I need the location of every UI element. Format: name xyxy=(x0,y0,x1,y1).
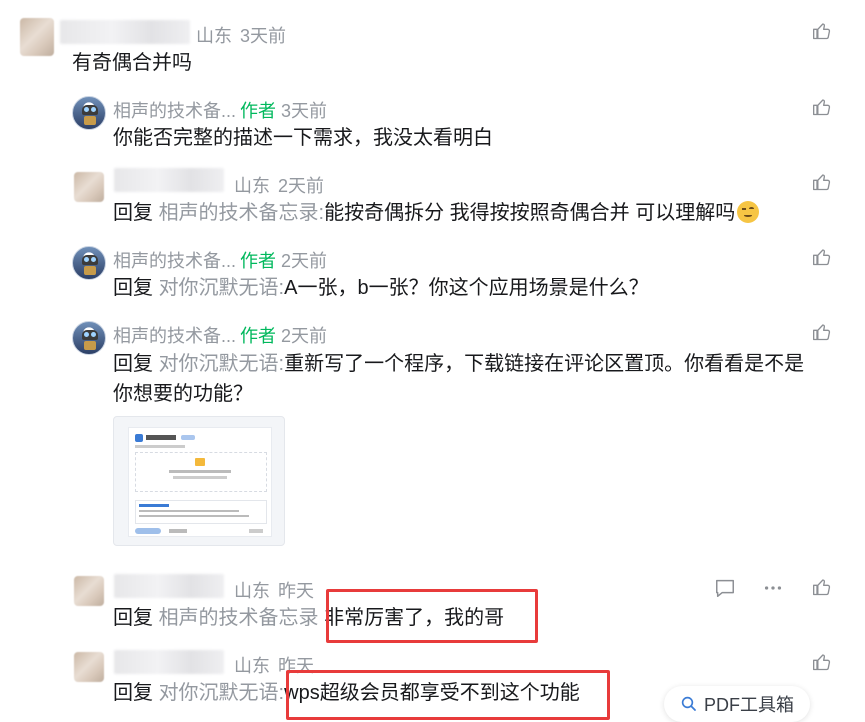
search-icon xyxy=(681,696,696,711)
reply-target-link[interactable]: 相声的技术备忘录 xyxy=(159,607,319,629)
avatar[interactable] xyxy=(74,652,104,682)
username[interactable]: 相声的技术备... xyxy=(113,326,236,346)
highlight-box xyxy=(326,589,538,643)
thumbs-up-icon[interactable] xyxy=(812,652,832,672)
comment-text: 你能否完整的描述一下需求，我没太看明白 xyxy=(113,127,493,149)
username[interactable] xyxy=(114,574,224,598)
pdf-toolbox-label: PDF工具箱 xyxy=(704,695,794,715)
reply-target-link[interactable]: 对你沉默无语: xyxy=(159,682,285,704)
reply-icon[interactable] xyxy=(714,577,736,599)
comment-text: 回复 相声的技术备忘录:能按奇偶拆分 我得按按照奇偶合并 可以理解吗 xyxy=(113,198,760,228)
username[interactable]: 相声的技术备... xyxy=(113,101,236,121)
username[interactable] xyxy=(114,650,224,674)
reply-target-link[interactable]: 对你沉默无语: xyxy=(159,277,285,299)
avatar[interactable] xyxy=(72,321,106,355)
comment-meta: 相声的技术备... 作者 2天前 xyxy=(113,251,328,271)
comment-meta: 山东 3天前 xyxy=(196,26,287,46)
thumbs-up-icon[interactable] xyxy=(812,21,832,41)
comment-meta: 相声的技术备... 作者 3天前 xyxy=(113,101,328,121)
thumbs-up-icon[interactable] xyxy=(812,172,832,192)
attached-image[interactable] xyxy=(113,416,285,546)
comment-text-line2: 你想要的功能？ xyxy=(113,383,253,405)
comment-text: 有奇偶合并吗 xyxy=(72,52,192,74)
comment-text: 回复 对你沉默无语:A一张，b一张？你这个应用场景是什么？ xyxy=(113,277,649,299)
author-badge: 作者 xyxy=(240,101,277,121)
username[interactable] xyxy=(114,168,224,192)
emoji-icon xyxy=(737,201,760,223)
thumbs-up-icon[interactable] xyxy=(812,247,832,267)
avatar[interactable] xyxy=(20,18,54,56)
comment-text: 回复 对你沉默无语:重新写了一个程序，下载链接在评论区置顶。你看看是不是 xyxy=(113,353,805,375)
thumbs-up-icon[interactable] xyxy=(812,322,832,342)
username[interactable]: 相声的技术备... xyxy=(113,251,236,271)
avatar[interactable] xyxy=(74,576,104,606)
reply-target-link[interactable]: 对你沉默无语: xyxy=(159,353,285,375)
avatar[interactable] xyxy=(72,96,106,130)
comment-meta: 相声的技术备... 作者 2天前 xyxy=(113,326,328,346)
avatar[interactable] xyxy=(72,246,106,280)
more-icon[interactable] xyxy=(762,577,784,599)
comment-meta: 山东 昨天 xyxy=(234,581,314,601)
reply-target-link[interactable]: 相声的技术备忘录: xyxy=(159,202,325,224)
highlight-box xyxy=(286,670,610,720)
comment-meta: 山东 2天前 xyxy=(234,176,325,196)
avatar[interactable] xyxy=(74,172,104,202)
username[interactable] xyxy=(60,20,190,44)
thumbs-up-icon[interactable] xyxy=(812,97,832,117)
thumbs-up-icon[interactable] xyxy=(812,577,832,597)
author-badge: 作者 xyxy=(240,251,277,271)
author-badge: 作者 xyxy=(240,326,277,346)
pdf-toolbox-button[interactable]: PDF工具箱 xyxy=(664,686,810,722)
